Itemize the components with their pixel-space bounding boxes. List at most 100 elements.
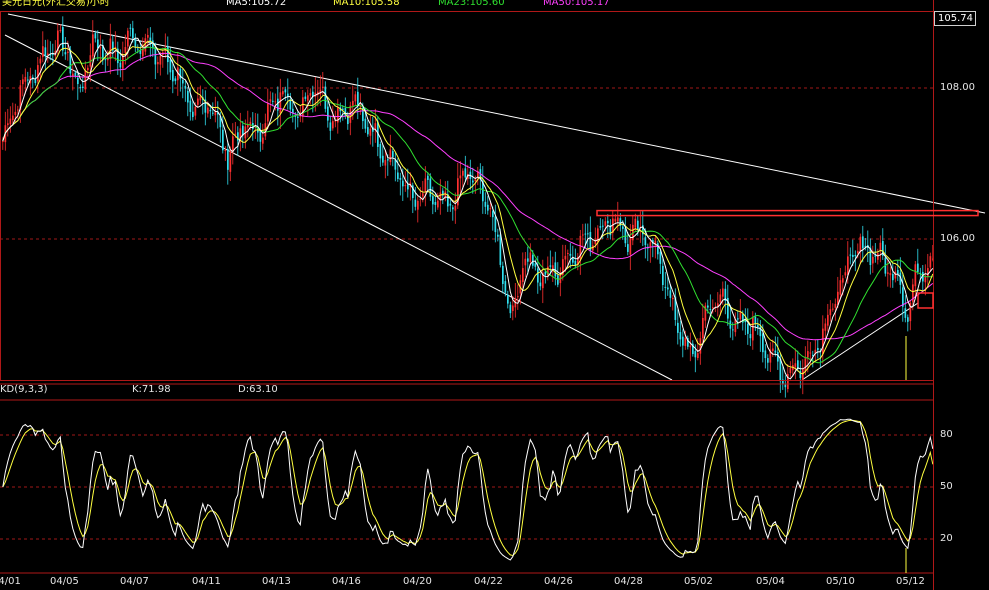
candle-body	[322, 86, 324, 89]
last-price-label: 105.74	[938, 13, 973, 24]
candle-body	[84, 70, 87, 90]
candle-body	[702, 317, 704, 339]
candle-body	[67, 51, 69, 53]
candle-body	[224, 149, 227, 151]
candle-body	[662, 265, 664, 286]
candle-body	[492, 211, 494, 218]
candle-body	[222, 129, 224, 151]
candle-body	[149, 37, 152, 44]
candle-body	[779, 358, 782, 382]
price-tick-108: 108.00	[940, 82, 975, 93]
candle-body	[699, 338, 702, 354]
candle-body	[864, 245, 867, 247]
candle-body	[497, 234, 499, 237]
candle-body	[844, 272, 847, 276]
candle-body	[197, 98, 199, 105]
candle-body	[247, 124, 249, 128]
candle-body	[719, 294, 722, 303]
candle-body	[839, 280, 842, 295]
candle-body	[282, 91, 284, 95]
candle-body	[12, 115, 14, 121]
candle-body	[794, 363, 797, 368]
candle-body	[9, 118, 12, 125]
candle-body	[324, 86, 327, 109]
candle-body	[879, 242, 882, 251]
kd-tick-80: 80	[940, 429, 953, 440]
candle-body	[584, 233, 587, 235]
candle-body	[684, 337, 687, 347]
kd-indicator-name: KD(9,3,3)	[0, 384, 48, 395]
candle-body	[44, 47, 47, 57]
candle-body	[822, 328, 824, 355]
candle-body	[109, 38, 112, 59]
candle-body	[544, 271, 547, 275]
candle-body	[489, 208, 492, 210]
kd-tick-50: 50	[940, 481, 953, 492]
candle-body	[452, 207, 454, 210]
candle-body	[842, 278, 844, 283]
date-tick-label: 05/04	[756, 576, 785, 587]
candle-body	[804, 358, 807, 372]
candle-body	[789, 368, 792, 374]
candle-body	[824, 323, 827, 331]
candle-body	[207, 107, 209, 114]
candle-body	[464, 168, 467, 178]
candle-body	[37, 65, 39, 82]
candle-body	[39, 58, 42, 64]
chart-title: 美元日元(外汇交易)小时	[2, 0, 110, 8]
candle-body	[104, 59, 107, 61]
candle-body	[474, 179, 477, 182]
candle-body	[512, 305, 514, 312]
candle-body	[772, 348, 774, 351]
candle-body	[924, 276, 927, 283]
candle-body	[454, 205, 457, 211]
candle-body	[809, 352, 812, 354]
candle-body	[602, 225, 604, 227]
candle-body	[142, 48, 144, 57]
kd-tick-20: 20	[940, 533, 953, 544]
candle-body	[732, 329, 734, 331]
candle-body	[737, 318, 739, 320]
candle-body	[14, 111, 17, 115]
candle-body	[897, 269, 899, 275]
candle-body	[832, 308, 834, 310]
candle-body	[267, 103, 269, 122]
date-tick-label: 04/07	[120, 576, 149, 587]
candle-body	[419, 198, 422, 200]
candle-body	[64, 52, 67, 55]
candle-body	[274, 101, 277, 103]
candle-body	[394, 159, 397, 170]
candle-body	[92, 34, 94, 57]
candle-body	[304, 96, 307, 99]
date-tick-label: 05/12	[896, 576, 925, 587]
date-tick-label: 04/16	[332, 576, 361, 587]
candle-body	[392, 151, 394, 158]
candle-body	[367, 127, 369, 135]
candle-body	[694, 351, 697, 358]
candle-body	[507, 294, 509, 304]
candle-body	[422, 193, 424, 197]
candle-body	[754, 316, 757, 324]
candle-body	[59, 29, 62, 31]
candle-body	[627, 244, 629, 252]
date-tick-label: 04/26	[544, 576, 573, 587]
candle-body	[437, 200, 439, 208]
date-tick-label: 04/20	[403, 576, 432, 587]
candle-body	[709, 309, 712, 311]
ma23-label: MA23:105.60	[438, 0, 505, 8]
candle-body	[354, 94, 357, 102]
candle-body	[484, 201, 487, 207]
candle-body	[889, 273, 892, 276]
candle-body	[829, 309, 832, 316]
candle-body	[352, 100, 354, 106]
candle-body	[209, 109, 212, 112]
candle-body	[172, 70, 174, 82]
candle-body	[22, 79, 24, 85]
price-tick-106: 106.00	[940, 233, 975, 244]
candle-body	[872, 256, 874, 264]
candle-body	[262, 137, 264, 144]
candle-body	[327, 106, 329, 121]
candle-body	[749, 334, 752, 339]
candle-body	[307, 95, 309, 101]
candle-body	[414, 199, 417, 207]
